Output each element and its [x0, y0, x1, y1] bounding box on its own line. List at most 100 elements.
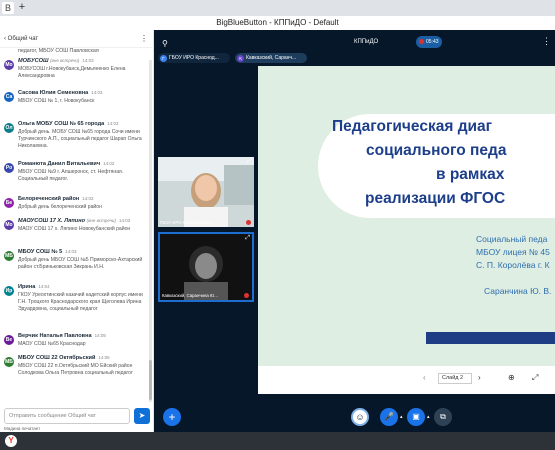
- chat-scrollbar[interactable]: [149, 60, 152, 402]
- sender-name: Белореченский район: [18, 196, 80, 202]
- back-icon[interactable]: ‹: [4, 36, 6, 42]
- webcam-tile[interactable]: ⤢ ГБОУ ИРО Краснодарско...: [158, 157, 254, 227]
- slide-select[interactable]: Слайд 2: [438, 373, 472, 384]
- message-time: 14:02: [103, 161, 115, 166]
- options-menu-icon[interactable]: ⋮: [542, 36, 551, 47]
- yandex-browser-icon[interactable]: Y: [5, 435, 17, 447]
- expand-icon[interactable]: ⤢: [245, 235, 250, 242]
- message-text: Добрый день МБОУ СОШ №5 Приморско-Ахтарс…: [18, 257, 143, 270]
- message-time: 14:03: [118, 218, 131, 223]
- slide-accent-bar: [426, 332, 555, 344]
- talker-avatar-icon: К: [237, 54, 244, 62]
- talker-name: Кавказский, Саранч...: [246, 55, 297, 61]
- new-tab-button[interactable]: +: [16, 2, 28, 14]
- sender-name: Романюта Данил Витальевич: [18, 161, 101, 167]
- talker-name: ГБОУ ИРО Краснод...: [169, 55, 219, 61]
- avatar: Мо: [4, 60, 14, 70]
- message-sender: Белореченский район 14:02: [18, 196, 94, 202]
- muted-mic-icon: [246, 220, 251, 225]
- sender-name: МБОУ СОШ 22 Октябрьский: [18, 355, 96, 361]
- microphone-button[interactable]: 🎤: [380, 408, 398, 426]
- reactions-button[interactable]: ☺: [351, 408, 369, 426]
- actions-button[interactable]: +: [163, 408, 181, 426]
- message-text: МАОУ СОШ 17 х. Ляпино Новокубанский райо…: [18, 226, 131, 232]
- chat-message-text: педагог, МБОУ СОШ Павловская: [18, 48, 99, 54]
- message-text: МБОУ СОШ 22 п.Октябрьский МО Ейский райо…: [18, 363, 133, 376]
- main-area: ⚲ КППиДО 05:43 ⋮ Г ГБОУ ИРО Краснод... КК…: [154, 30, 555, 432]
- message-time: 14:05: [98, 355, 110, 360]
- audio-dropdown-icon[interactable]: ▴: [400, 414, 403, 420]
- message-sender: Сасова Юлия Семеновна 14:03: [18, 90, 103, 96]
- avatar: Ир: [4, 286, 14, 296]
- fullscreen-icon[interactable]: ⤢: [532, 373, 538, 383]
- message-text: Добрый день. МОБУ СОШ №65 города Сочи им…: [18, 129, 142, 149]
- message-text: ГКОУ Уреохтинский казачий кадетский корп…: [18, 292, 143, 312]
- message-sender: Романюта Данил Витальевич 14:02: [18, 161, 114, 167]
- message-text: МБОУ СОШ № 1, г. Новокубанск: [18, 98, 95, 104]
- webcam-label: Кавказский, Саранчина Ю...: [162, 293, 218, 298]
- message-text: Добрый день белореченский район: [18, 204, 102, 210]
- avatar: Мо: [4, 220, 14, 230]
- webcam-label: ГБОУ ИРО Краснодарско...: [160, 220, 215, 225]
- message-text: МАОУ СОШ №65 Краснодар: [18, 341, 86, 347]
- avatar: МБ: [4, 357, 14, 367]
- talker-chip[interactable]: К Кавказский, Саранч...: [235, 53, 307, 63]
- message-time: 14:02: [82, 196, 94, 201]
- fit-width-icon[interactable]: ⊕: [508, 373, 515, 382]
- browser-tab-bar: B +: [0, 0, 555, 16]
- message-time: 14:03: [107, 121, 119, 126]
- webcam-video: [158, 157, 254, 227]
- webcam-tile[interactable]: ⤢ Кавказский, Саранчина Ю...: [158, 232, 254, 302]
- avatar: Бе: [4, 198, 14, 208]
- talker-avatar-icon: Г: [160, 54, 167, 62]
- users-icon[interactable]: ⚲: [162, 39, 168, 48]
- taskbar: Y: [0, 432, 555, 450]
- slide-title-line: реализации ФГОС: [365, 190, 506, 207]
- chat-header[interactable]: ‹ Общий чат ⋮: [0, 30, 154, 48]
- avatar: Ве: [4, 335, 14, 345]
- chat-message-input[interactable]: Отправить сообщение Общий чат: [4, 408, 130, 424]
- slide-subtitle-line: С. П. Королёва г. К: [476, 260, 550, 270]
- recording-indicator[interactable]: 05:43: [416, 36, 442, 48]
- sender-name: МБОУ СОШ № 5: [18, 249, 63, 255]
- sender-status: (вне встречи): [50, 58, 80, 63]
- message-time: 14:03: [65, 249, 77, 254]
- avatar: МБ: [4, 251, 14, 261]
- slide-title-line: Педагогическая диаг: [332, 118, 493, 135]
- slide-subtitle-line: Социальный педа: [476, 234, 548, 244]
- browser-tab[interactable]: B: [2, 2, 14, 14]
- avatar: Са: [4, 92, 14, 102]
- message-time: 14:05: [94, 333, 106, 338]
- talker-chip[interactable]: Г ГБОУ ИРО Краснод...: [158, 53, 230, 63]
- camera-dropdown-icon[interactable]: ▴: [427, 414, 430, 420]
- expand-icon[interactable]: ⤢: [247, 158, 252, 165]
- recording-dot-icon: [419, 38, 424, 44]
- screen-share-button[interactable]: ⧉: [434, 408, 452, 426]
- chat-scrollbar-thumb[interactable]: [149, 360, 152, 400]
- message-sender: МБОУ СОШ № 5 14:03: [18, 249, 77, 255]
- chat-panel: ‹ Общий чат ⋮ педагог, МБОУ СОШ Павловск…: [0, 30, 154, 432]
- muted-mic-icon: [244, 293, 249, 298]
- window-title: BigBlueButton - КППиДО - Default: [0, 16, 555, 30]
- camera-button[interactable]: ▣: [407, 408, 425, 426]
- previous-slide-icon[interactable]: ‹: [423, 373, 426, 382]
- avatar: Ро: [4, 163, 14, 173]
- chat-options-icon[interactable]: ⋮: [140, 30, 148, 48]
- presentation-slide: Педагогическая диаг социального педа в р…: [258, 66, 555, 394]
- message-sender: Верчик Наталья Павловна 14:05: [18, 333, 106, 339]
- message-time: 14:03: [91, 90, 103, 95]
- webcam-video: [160, 234, 252, 300]
- message-sender: Ирина 14:04: [18, 284, 50, 290]
- next-slide-icon[interactable]: ›: [478, 373, 481, 382]
- slide-title-line: социального педа: [366, 142, 507, 159]
- message-sender: МБОУ СОШ 22 Октябрьский 14:05: [18, 355, 110, 361]
- slide-controls: ‹ Слайд 2 › ⊕ ⤢: [258, 368, 555, 390]
- send-button[interactable]: ➤: [134, 408, 150, 424]
- message-time: 14:04: [38, 284, 50, 289]
- meeting-title: КППиДО: [354, 39, 379, 45]
- sender-name: Ирина: [18, 284, 36, 290]
- sender-name: МАОУСОШ 17 Х. Ляпино: [18, 218, 86, 224]
- recording-time: 05:43: [426, 39, 439, 45]
- sender-name: Верчик Наталья Павловна: [18, 333, 92, 339]
- sender-status: (вне встречи): [86, 218, 116, 223]
